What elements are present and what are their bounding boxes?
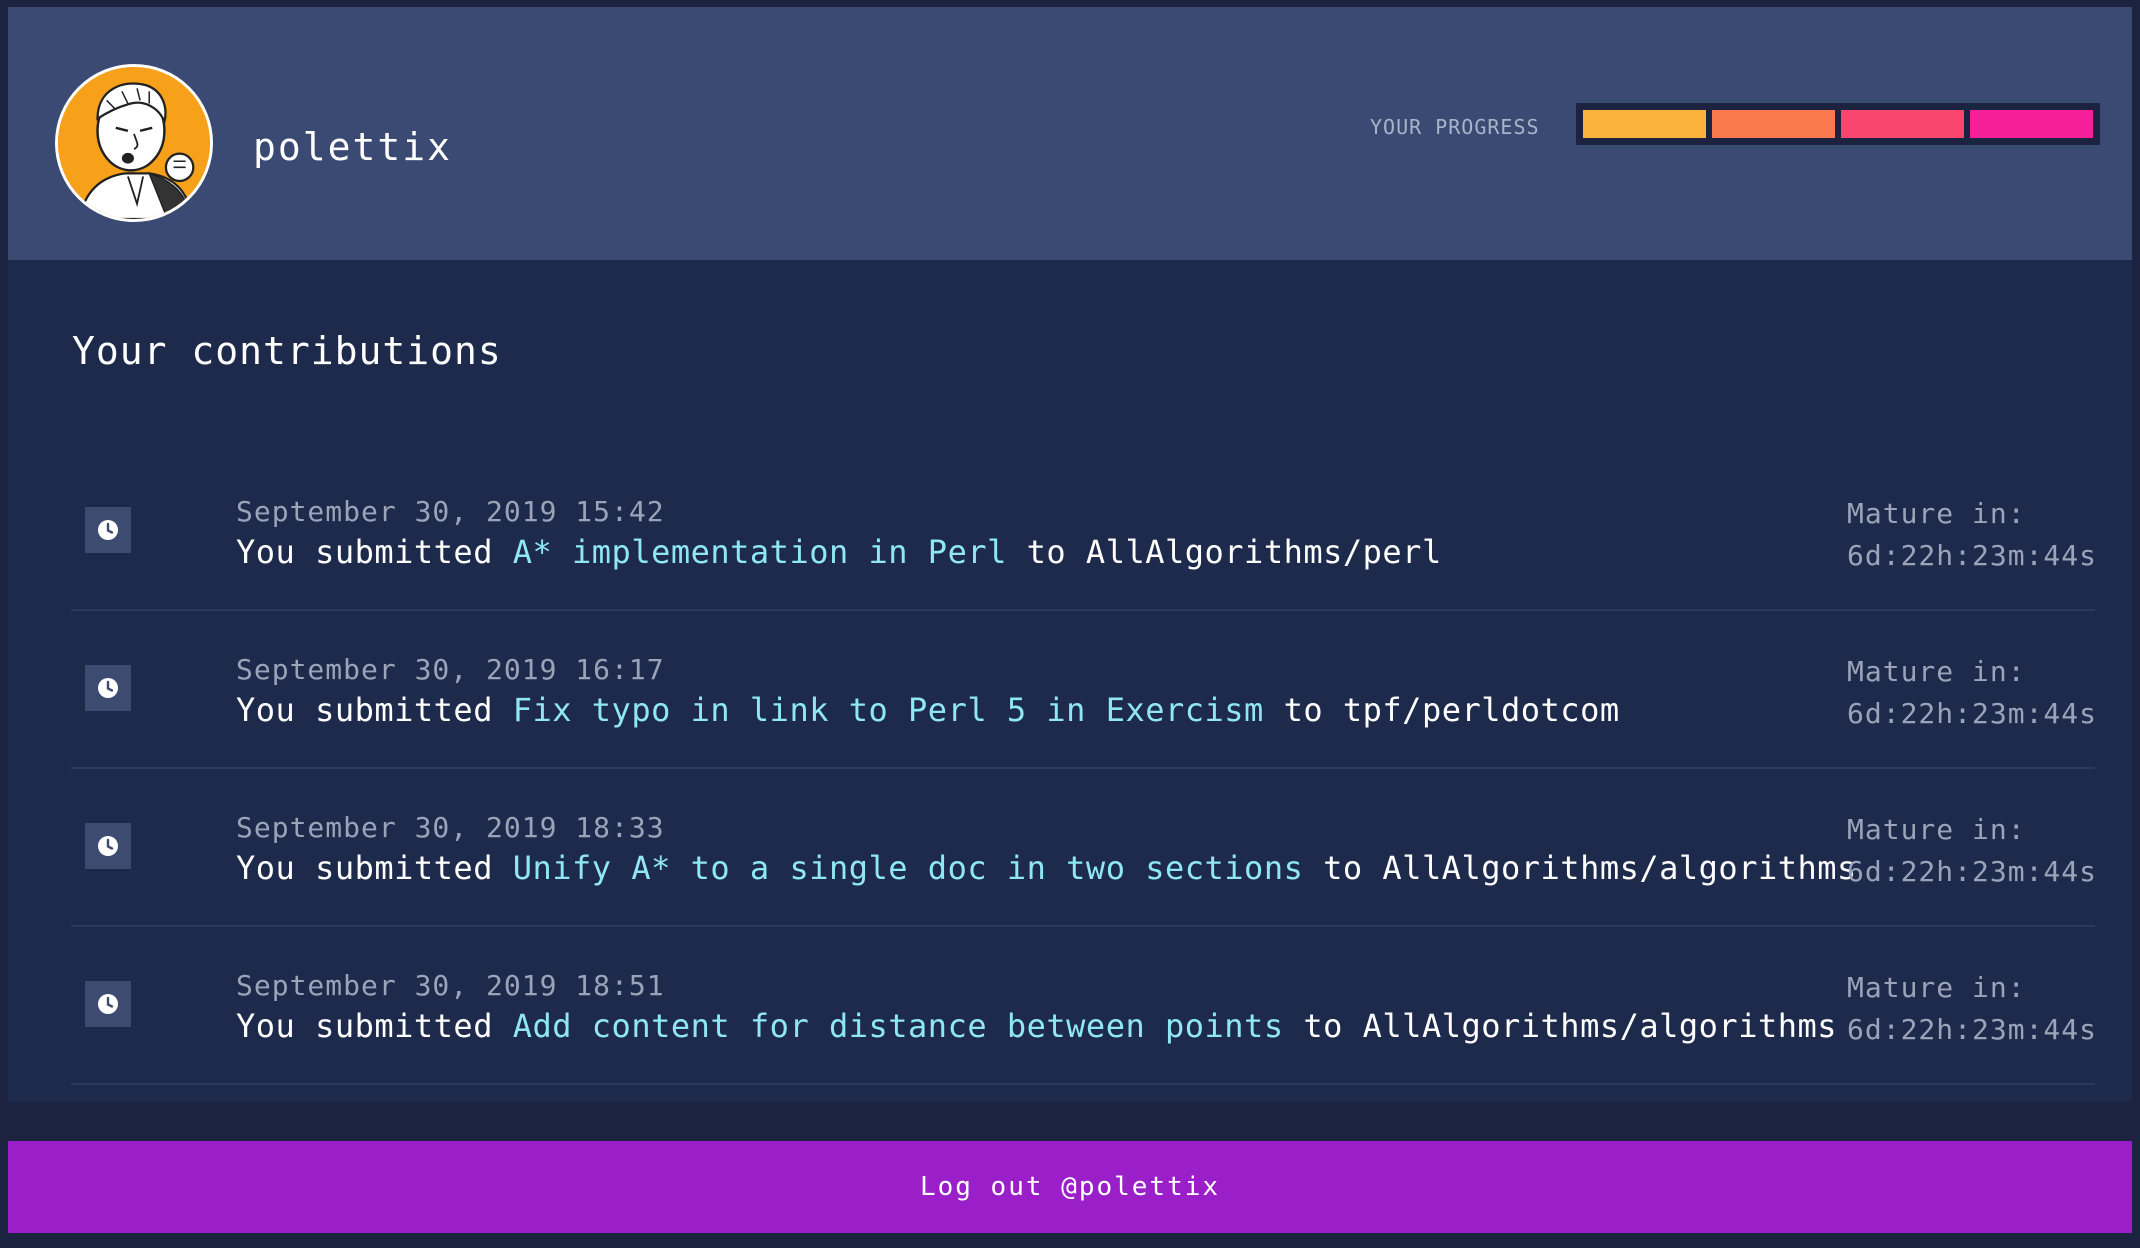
contribution-description: You submitted Add content for distance b… [236,1007,1837,1045]
repository-name: AllAlgorithms/perl [1085,533,1442,571]
clock-icon [85,665,131,711]
clock-icon [85,507,131,553]
contribution-date: September 30, 2019 18:33 [236,811,665,844]
contribution-date: September 30, 2019 16:17 [236,653,665,686]
section-title: Your contributions [72,329,502,373]
to-word: to [1323,849,1363,887]
cartoon-avatar-icon [58,67,210,219]
profile-header: polettix YOUR PROGRESS [8,7,2132,260]
app-frame: polettix YOUR PROGRESS Your contribution… [8,7,2132,1233]
contribution-description: You submitted Unify A* to a single doc i… [236,849,1857,887]
contribution-row: September 30, 2019 15:42 You submitted A… [71,453,2097,611]
repository-name: AllAlgorithms/algorithms [1362,1007,1838,1045]
progress-segment [1841,110,1964,138]
submitted-prefix: You submitted [236,533,493,571]
mature-value: 6d:22h:23m:44s [1847,1013,2098,1046]
submitted-prefix: You submitted [236,849,493,887]
mature-countdown: Mature in: 6d:22h:23m:44s [1847,809,2097,893]
to-word: to [1303,1007,1343,1045]
pull-request-link[interactable]: Unify A* to a single doc in two sections [513,849,1304,887]
mature-countdown: Mature in: 6d:22h:23m:44s [1847,651,2097,735]
mature-label: Mature in: [1847,497,2026,530]
contribution-row: September 30, 2019 18:33 You submitted U… [71,769,2097,927]
mature-label: Mature in: [1847,971,2026,1004]
progress-bar [1576,103,2100,145]
clock-icon [85,981,131,1027]
contribution-description: You submitted Fix typo in link to Perl 5… [236,691,1620,729]
mature-value: 6d:22h:23m:44s [1847,697,2098,730]
mature-label: Mature in: [1847,655,2026,688]
mature-value: 6d:22h:23m:44s [1847,539,2098,572]
pull-request-link[interactable]: Add content for distance between points [513,1007,1284,1045]
to-word: to [1283,691,1324,729]
progress-label: YOUR PROGRESS [1370,115,1540,139]
submitted-prefix: You submitted [236,691,493,729]
footer-band [8,1102,2132,1142]
avatar [55,64,213,222]
contribution-row: September 30, 2019 16:17 You submitted F… [71,611,2097,769]
progress-segment [1583,110,1706,138]
to-word: to [1026,533,1067,571]
mature-label: Mature in: [1847,813,2026,846]
mature-countdown: Mature in: 6d:22h:23m:44s [1847,493,2097,577]
progress-segment [1712,110,1835,138]
repository-name: tpf/perldotcom [1342,691,1620,729]
pull-request-link[interactable]: Fix typo in link to Perl 5 in Exercism [513,691,1264,729]
mature-value: 6d:22h:23m:44s [1847,855,2098,888]
contribution-date: September 30, 2019 18:51 [236,969,665,1002]
username: polettix [253,125,453,169]
mature-countdown: Mature in: 6d:22h:23m:44s [1847,967,2097,1051]
clock-icon [85,823,131,869]
contribution-description: You submitted A* implementation in Perl … [236,533,1442,571]
contribution-row: September 30, 2019 18:51 You submitted A… [71,927,2097,1085]
contributions-list: September 30, 2019 15:42 You submitted A… [71,453,2097,1085]
progress-segment [1970,110,2093,138]
pull-request-link[interactable]: A* implementation in Perl [513,533,1007,571]
logout-button[interactable]: Log out @polettix [8,1141,2132,1233]
contribution-date: September 30, 2019 15:42 [236,495,665,528]
submitted-prefix: You submitted [236,1007,493,1045]
repository-name: AllAlgorithms/algorithms [1382,849,1857,887]
